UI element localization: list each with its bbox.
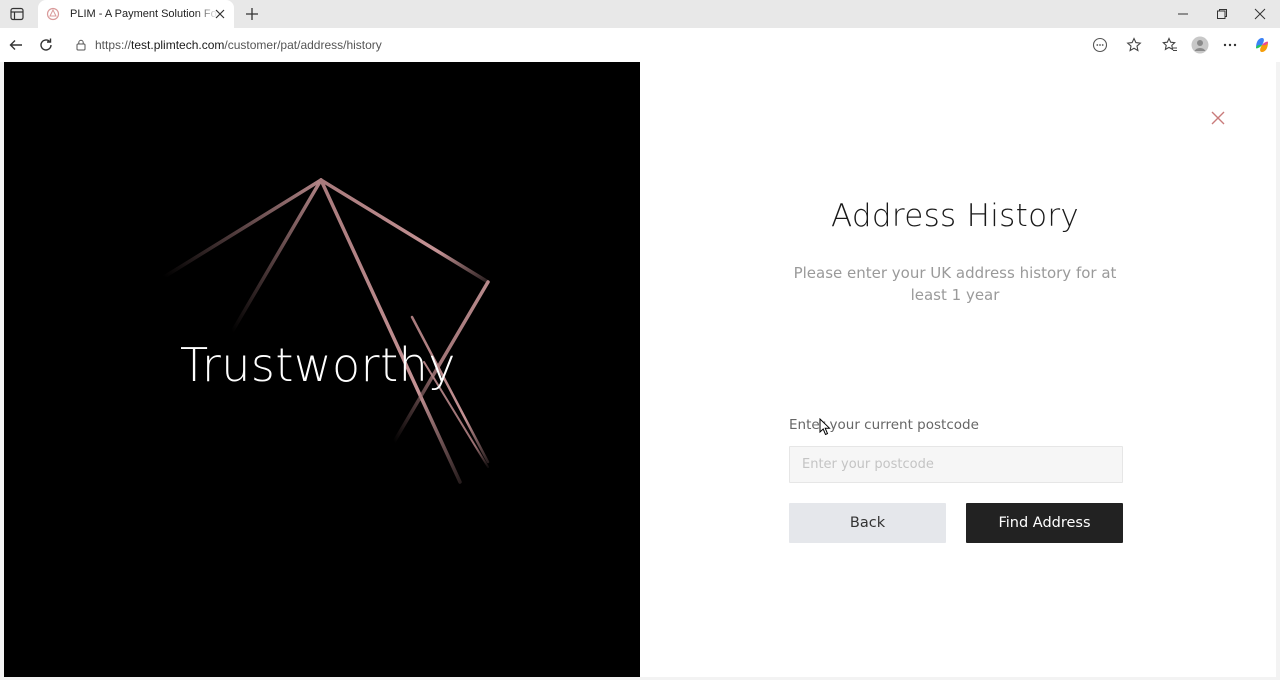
browser-tab[interactable]: PLIM - A Payment Solution For Th	[38, 0, 234, 28]
back-button[interactable]: Back	[789, 503, 946, 543]
browser-toolbar: https://test.plimtech.com/customer/pat/a…	[0, 28, 1280, 62]
hero-tagline: Trustworthy	[180, 338, 456, 392]
plim-favicon-icon	[46, 7, 60, 21]
lock-icon[interactable]	[74, 38, 88, 52]
find-address-button[interactable]: Find Address	[966, 503, 1123, 543]
profile-avatar-icon[interactable]	[1190, 35, 1210, 55]
page: Trustworthy Address History Please enter…	[4, 62, 1276, 677]
close-icon[interactable]	[1208, 108, 1228, 128]
tab-title: PLIM - A Payment Solution For Th	[70, 8, 218, 20]
mouse-cursor-icon	[819, 418, 831, 436]
url-path: /customer/pat/address/history	[224, 38, 382, 52]
more-menu-icon[interactable]	[1220, 35, 1240, 55]
tab-close-icon[interactable]	[212, 6, 228, 22]
url-host: test.plimtech.com	[131, 38, 225, 52]
restore-icon[interactable]	[1202, 0, 1242, 28]
reload-icon[interactable]	[36, 35, 56, 55]
page-title: Address History	[830, 198, 1080, 234]
favorite-star-icon[interactable]	[1124, 35, 1144, 55]
copilot-icon[interactable]	[1252, 35, 1272, 55]
postcode-input[interactable]	[789, 446, 1123, 483]
tab-actions-icon[interactable]	[6, 4, 28, 24]
favorites-icon[interactable]	[1160, 35, 1180, 55]
url-prefix: https://	[95, 38, 132, 52]
url-text: https://test.plimtech.com/customer/pat/a…	[95, 38, 382, 52]
minimize-icon[interactable]	[1163, 0, 1203, 28]
page-subtitle: Please enter your UK address history for…	[793, 264, 1117, 304]
new-tab-plus-icon[interactable]	[242, 4, 262, 24]
address-history-panel: Address History Please enter your UK add…	[640, 62, 1276, 677]
back-arrow-icon[interactable]	[6, 35, 26, 55]
postcode-label: Enter your current postcode	[789, 417, 979, 433]
window-close-icon[interactable]	[1240, 0, 1280, 28]
hero-panel: Trustworthy	[4, 62, 640, 677]
read-aloud-icon[interactable]	[1090, 35, 1110, 55]
browser-tab-bar: PLIM - A Payment Solution For Th	[0, 0, 1280, 28]
address-bar[interactable]: https://test.plimtech.com/customer/pat/a…	[66, 31, 1158, 59]
